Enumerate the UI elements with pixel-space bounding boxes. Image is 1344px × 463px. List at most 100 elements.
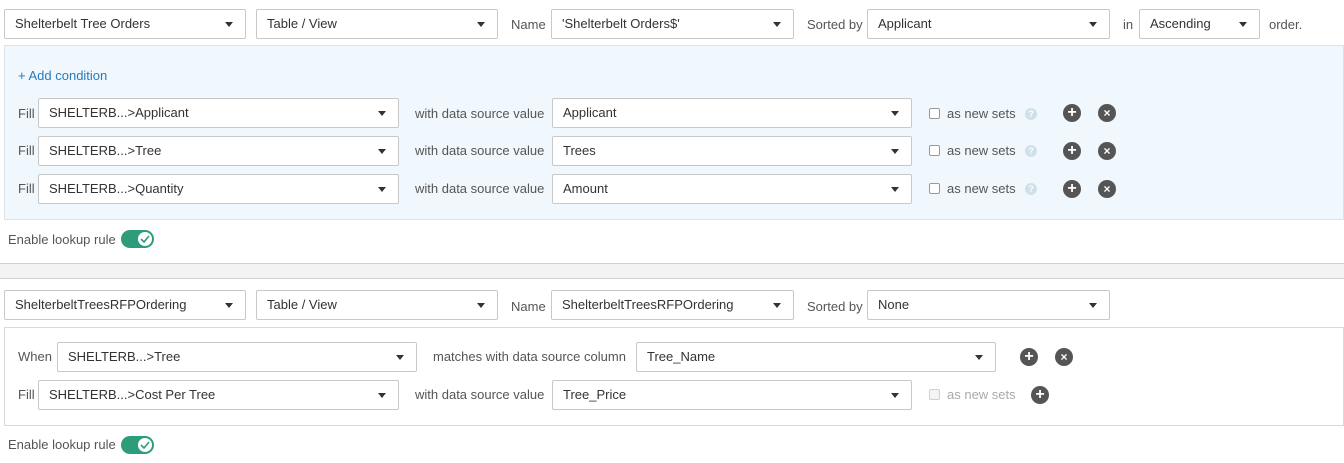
chevron-down-icon — [477, 22, 485, 27]
value-select-value: Trees — [563, 143, 596, 158]
fill-field-value: SHELTERB...>Cost Per Tree — [49, 387, 216, 402]
chevron-down-icon — [225, 22, 233, 27]
with-label: with data source value — [415, 387, 545, 402]
source-select-value: ShelterbeltTreesRFPOrdering — [15, 297, 187, 312]
matches-label: matches with data source column — [433, 349, 626, 364]
name-select-value: 'Shelterbelt Orders$' — [562, 16, 680, 31]
fill-field-select[interactable]: SHELTERB...>Quantity — [38, 174, 399, 204]
value-select-value: Amount — [563, 181, 608, 196]
enable-lookup-label: Enable lookup rule — [8, 232, 116, 247]
sorted-by-label: Sorted by — [807, 17, 863, 32]
fill-field-value: SHELTERB...>Quantity — [49, 181, 184, 196]
when-label: When — [18, 349, 52, 364]
value-select[interactable]: Tree_Price — [552, 380, 912, 410]
as-new-sets-checkbox[interactable] — [929, 145, 940, 156]
fill-field-select[interactable]: SHELTERB...>Applicant — [38, 98, 399, 128]
chevron-down-icon — [1089, 22, 1097, 27]
with-label: with data source value — [415, 143, 545, 158]
when-field-select[interactable]: SHELTERB...>Tree — [57, 342, 417, 372]
sorted-by-value: None — [878, 297, 910, 312]
sorted-by-label: Sorted by — [807, 299, 863, 314]
remove-row-button[interactable]: × — [1055, 348, 1073, 366]
enable-lookup-toggle[interactable] — [121, 230, 154, 248]
sorted-by-select[interactable]: None — [867, 290, 1110, 320]
name-select-value: ShelterbeltTreesRFPOrdering — [562, 297, 734, 312]
add-row-button[interactable]: + — [1063, 104, 1081, 122]
value-select-value: Tree_Price — [563, 387, 627, 402]
chevron-down-icon — [1089, 303, 1097, 308]
match-column-value: Tree_Name — [647, 349, 716, 364]
source-select-value: Shelterbelt Tree Orders — [15, 16, 151, 31]
help-icon[interactable]: ? — [1025, 108, 1037, 120]
chevron-down-icon — [378, 149, 386, 154]
chevron-down-icon — [1239, 22, 1247, 27]
value-select-value: Applicant — [563, 105, 617, 120]
kind-select-value: Table / View — [267, 16, 337, 31]
help-icon[interactable]: ? — [1025, 183, 1037, 195]
help-icon[interactable]: ? — [1025, 145, 1037, 157]
in-label: in — [1123, 17, 1134, 32]
order-select[interactable]: Ascending — [1139, 9, 1260, 39]
kind-select-value: Table / View — [267, 297, 337, 312]
section-gap — [0, 264, 1344, 278]
check-icon — [138, 438, 152, 452]
chevron-down-icon — [773, 22, 781, 27]
remove-row-button[interactable]: × — [1098, 142, 1116, 160]
chevron-down-icon — [891, 149, 899, 154]
as-new-sets-checkbox[interactable] — [929, 183, 940, 194]
fill-field-value: SHELTERB...>Tree — [49, 143, 162, 158]
order-suffix-label: order. — [1269, 17, 1303, 32]
chevron-down-icon — [773, 303, 781, 308]
add-row-button[interactable]: + — [1063, 180, 1081, 198]
enable-lookup-toggle[interactable] — [121, 436, 154, 454]
as-new-sets-label: as new sets — [947, 181, 1016, 196]
enable-lookup-label: Enable lookup rule — [8, 437, 116, 452]
kind-select[interactable]: Table / View — [256, 290, 498, 320]
when-field-value: SHELTERB...>Tree — [68, 349, 181, 364]
value-select[interactable]: Applicant — [552, 98, 912, 128]
add-row-button[interactable]: + — [1031, 386, 1049, 404]
chevron-down-icon — [225, 303, 233, 308]
source-select[interactable]: Shelterbelt Tree Orders — [4, 9, 246, 39]
source-select[interactable]: ShelterbeltTreesRFPOrdering — [4, 290, 246, 320]
as-new-sets-label: as new sets — [947, 106, 1016, 121]
fill-label: Fill — [18, 143, 35, 158]
value-select[interactable]: Amount — [552, 174, 912, 204]
remove-row-button[interactable]: × — [1098, 104, 1116, 122]
chevron-down-icon — [891, 187, 899, 192]
as-new-sets-checkbox[interactable] — [929, 108, 940, 119]
chevron-down-icon — [477, 303, 485, 308]
chevron-down-icon — [891, 111, 899, 116]
as-new-sets-checkbox — [929, 389, 940, 400]
add-row-button[interactable]: + — [1020, 348, 1038, 366]
as-new-sets-label: as new sets — [947, 387, 1016, 402]
add-condition-link[interactable]: + Add condition — [18, 68, 107, 83]
chevron-down-icon — [378, 187, 386, 192]
chevron-down-icon — [891, 393, 899, 398]
sorted-by-select[interactable]: Applicant — [867, 9, 1110, 39]
fill-field-select[interactable]: SHELTERB...>Tree — [38, 136, 399, 166]
add-row-button[interactable]: + — [1063, 142, 1081, 160]
with-label: with data source value — [415, 106, 545, 121]
name-select[interactable]: 'Shelterbelt Orders$' — [551, 9, 794, 39]
order-select-value: Ascending — [1150, 16, 1211, 31]
fill-field-value: SHELTERB...>Applicant — [49, 105, 189, 120]
fill-label: Fill — [18, 181, 35, 196]
check-icon — [138, 232, 152, 246]
kind-select[interactable]: Table / View — [256, 9, 498, 39]
divider — [0, 278, 1344, 279]
name-label: Name — [511, 17, 546, 32]
fill-label: Fill — [18, 387, 35, 402]
remove-row-button[interactable]: × — [1098, 180, 1116, 198]
name-select[interactable]: ShelterbeltTreesRFPOrdering — [551, 290, 794, 320]
fill-field-select[interactable]: SHELTERB...>Cost Per Tree — [38, 380, 399, 410]
sorted-by-value: Applicant — [878, 16, 932, 31]
value-select[interactable]: Trees — [552, 136, 912, 166]
with-label: with data source value — [415, 181, 545, 196]
name-label: Name — [511, 299, 546, 314]
chevron-down-icon — [975, 355, 983, 360]
as-new-sets-label: as new sets — [947, 143, 1016, 158]
fill-label: Fill — [18, 106, 35, 121]
chevron-down-icon — [378, 393, 386, 398]
match-column-select[interactable]: Tree_Name — [636, 342, 996, 372]
